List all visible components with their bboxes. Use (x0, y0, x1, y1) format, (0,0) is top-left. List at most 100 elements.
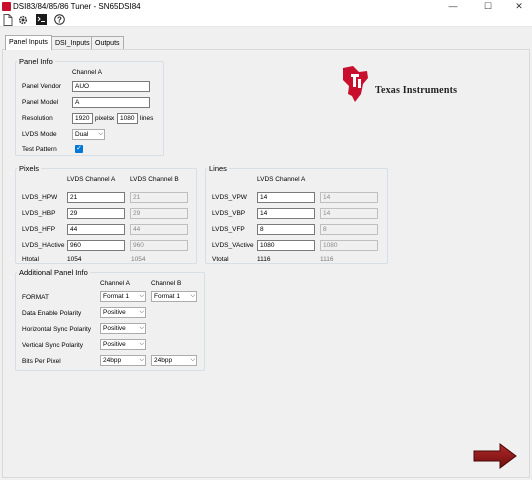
lvds-hfp-a-field[interactable]: 44 (67, 224, 125, 235)
vtotal-a-value: 1116 (257, 256, 271, 263)
close-button[interactable]: ✕ (508, 0, 530, 13)
panel-info-legend: Panel Info (17, 57, 55, 66)
chevron-down-icon: ⌵ (190, 357, 195, 363)
vtotal-b-value: 1116 (320, 256, 334, 263)
right-arrow-icon (473, 443, 517, 469)
lines-unit-label: lines (140, 115, 154, 122)
data-enable-polarity-select[interactable]: Positive ⌵ (100, 307, 146, 318)
vertical-sync-polarity-label: Vertical Sync Polarity (22, 342, 84, 349)
format-label: FORMAT (22, 294, 49, 301)
panel-vendor-label: Panel Vendor (22, 83, 62, 90)
panel-info-channel-header: Channel A (72, 69, 102, 76)
chevron-down-icon: ⌵ (139, 341, 144, 347)
lvds-hactive-a-field[interactable]: 960 (67, 240, 125, 251)
data-enable-polarity-label: Data Enable Polarity (22, 310, 82, 317)
lines-row-label: LVDS_VActive (212, 242, 254, 249)
lvds-vpw-b-field: 14 (320, 192, 378, 203)
toolbar (0, 13, 532, 27)
terminal-icon[interactable] (35, 14, 47, 26)
additional-col-b-header: Channel B (151, 280, 182, 287)
lvds-hpw-b-field: 21 (130, 192, 188, 203)
htotal-b-value: 1054 (131, 256, 146, 263)
checkmark-icon: ✓ (76, 145, 82, 152)
maximize-button[interactable]: ☐ (477, 0, 499, 13)
lvds-hfp-b-field: 44 (130, 224, 188, 235)
resolution-label: Resolution (22, 115, 53, 122)
pixels-col-b-header: LVDS Channel B (130, 176, 179, 183)
minimize-button[interactable]: — (442, 0, 464, 13)
htotal-a-value: 1054 (67, 256, 82, 263)
svg-text:?: ? (57, 15, 62, 24)
pixels-row-label: LVDS_HBP (22, 210, 56, 217)
lines-row-label: LVDS_VFP (212, 226, 245, 233)
lvds-vbp-a-field[interactable]: 14 (257, 208, 315, 219)
horizontal-sync-polarity-value: Positive (103, 325, 126, 332)
lvds-vactive-b-field: 1080 (320, 240, 378, 251)
lvds-hpw-a-field[interactable]: 21 (67, 192, 125, 203)
lvds-vfp-a-field[interactable]: 8 (257, 224, 315, 235)
bits-per-pixel-label: Bits Per Pixel (22, 358, 61, 365)
next-button[interactable] (472, 443, 518, 469)
pixels-legend: Pixels (17, 164, 42, 173)
additional-col-a-header: Channel A (100, 280, 130, 287)
window-title: DSI83/84/85/86 Tuner - SN65DSI84 (13, 2, 141, 11)
vertical-sync-polarity-select[interactable]: Positive ⌵ (100, 339, 146, 350)
pixels-row-label: LVDS_HFP (22, 226, 56, 233)
lines-row-label: LVDS_VPW (212, 194, 247, 201)
lvds-mode-value: Dual (75, 131, 89, 138)
chevron-down-icon: ⌵ (98, 131, 103, 137)
chevron-down-icon: ⌵ (139, 357, 144, 363)
chevron-down-icon: ⌵ (139, 325, 144, 331)
lvds-vactive-a-field[interactable]: 1080 (257, 240, 315, 251)
resolution-height-field[interactable]: 1080 (117, 113, 138, 124)
test-pattern-label: Test Pattern (22, 146, 57, 153)
horizontal-sync-polarity-select[interactable]: Positive ⌵ (100, 323, 146, 334)
lines-row-label: LVDS_VBP (212, 210, 246, 217)
pixels-col-a-header: LVDS Channel A (67, 176, 116, 183)
panel-vendor-field[interactable]: AUO (72, 81, 150, 92)
format-b-value: Format 1 (154, 293, 181, 300)
bits-per-pixel-a-select[interactable]: 24bpp ⌵ (100, 355, 146, 366)
htotal-label: Htotal (22, 256, 39, 263)
lines-legend: Lines (207, 164, 229, 173)
test-pattern-checkbox[interactable]: ✓ (75, 145, 83, 153)
resolution-width-field[interactable]: 1920 (72, 113, 93, 124)
pixels-row-label: LVDS_HPW (22, 194, 58, 201)
vertical-sync-polarity-value: Positive (103, 341, 126, 348)
vtotal-label: Vtotal (212, 256, 229, 263)
tab-panel-inputs[interactable]: Panel Inputs (5, 35, 52, 50)
lvds-hactive-b-field: 960 (130, 240, 188, 251)
chevron-down-icon: ⌵ (190, 293, 195, 299)
pixels-row-label: LVDS_HActive (22, 242, 65, 249)
format-a-select[interactable]: Format 1 ⌵ (100, 291, 146, 302)
app-icon (2, 2, 11, 11)
lvds-hbp-a-field[interactable]: 29 (67, 208, 125, 219)
format-b-select[interactable]: Format 1 ⌵ (151, 291, 197, 302)
new-document-icon[interactable] (2, 14, 14, 26)
panel-model-field[interactable]: A (72, 97, 150, 108)
lvds-vfp-b-field: 8 (320, 224, 378, 235)
help-icon[interactable]: ? (53, 14, 65, 26)
gear-icon[interactable] (17, 14, 29, 26)
lvds-vbp-b-field: 14 (320, 208, 378, 219)
bits-per-pixel-a-value: 24bpp (103, 357, 122, 364)
additional-panel-info-legend: Additional Panel Info (17, 268, 90, 277)
lvds-vpw-a-field[interactable]: 14 (257, 192, 315, 203)
bits-per-pixel-b-value: 24bpp (154, 357, 173, 364)
ti-wordmark: Texas Instruments (375, 85, 458, 96)
horizontal-sync-polarity-label: Horizontal Sync Polarity (22, 326, 91, 333)
lvds-hbp-b-field: 29 (130, 208, 188, 219)
ti-logo (337, 62, 373, 108)
data-enable-polarity-value: Positive (103, 309, 126, 316)
chevron-down-icon: ⌵ (139, 293, 144, 299)
lines-col-a-header: LVDS Channel A (257, 176, 306, 183)
bits-per-pixel-b-select[interactable]: 24bpp ⌵ (151, 355, 197, 366)
resolution-x-separator: x (111, 115, 115, 122)
tab-outputs[interactable]: Outputs (91, 36, 124, 50)
format-a-value: Format 1 (103, 293, 130, 300)
pixels-unit-label: pixels (95, 115, 112, 122)
panel-model-label: Panel Model (22, 99, 59, 106)
tab-dsi-inputs[interactable]: DSI_Inputs (51, 36, 94, 50)
lvds-mode-select[interactable]: Dual ⌵ (72, 129, 105, 140)
lvds-mode-label: LVDS Mode (22, 131, 57, 138)
